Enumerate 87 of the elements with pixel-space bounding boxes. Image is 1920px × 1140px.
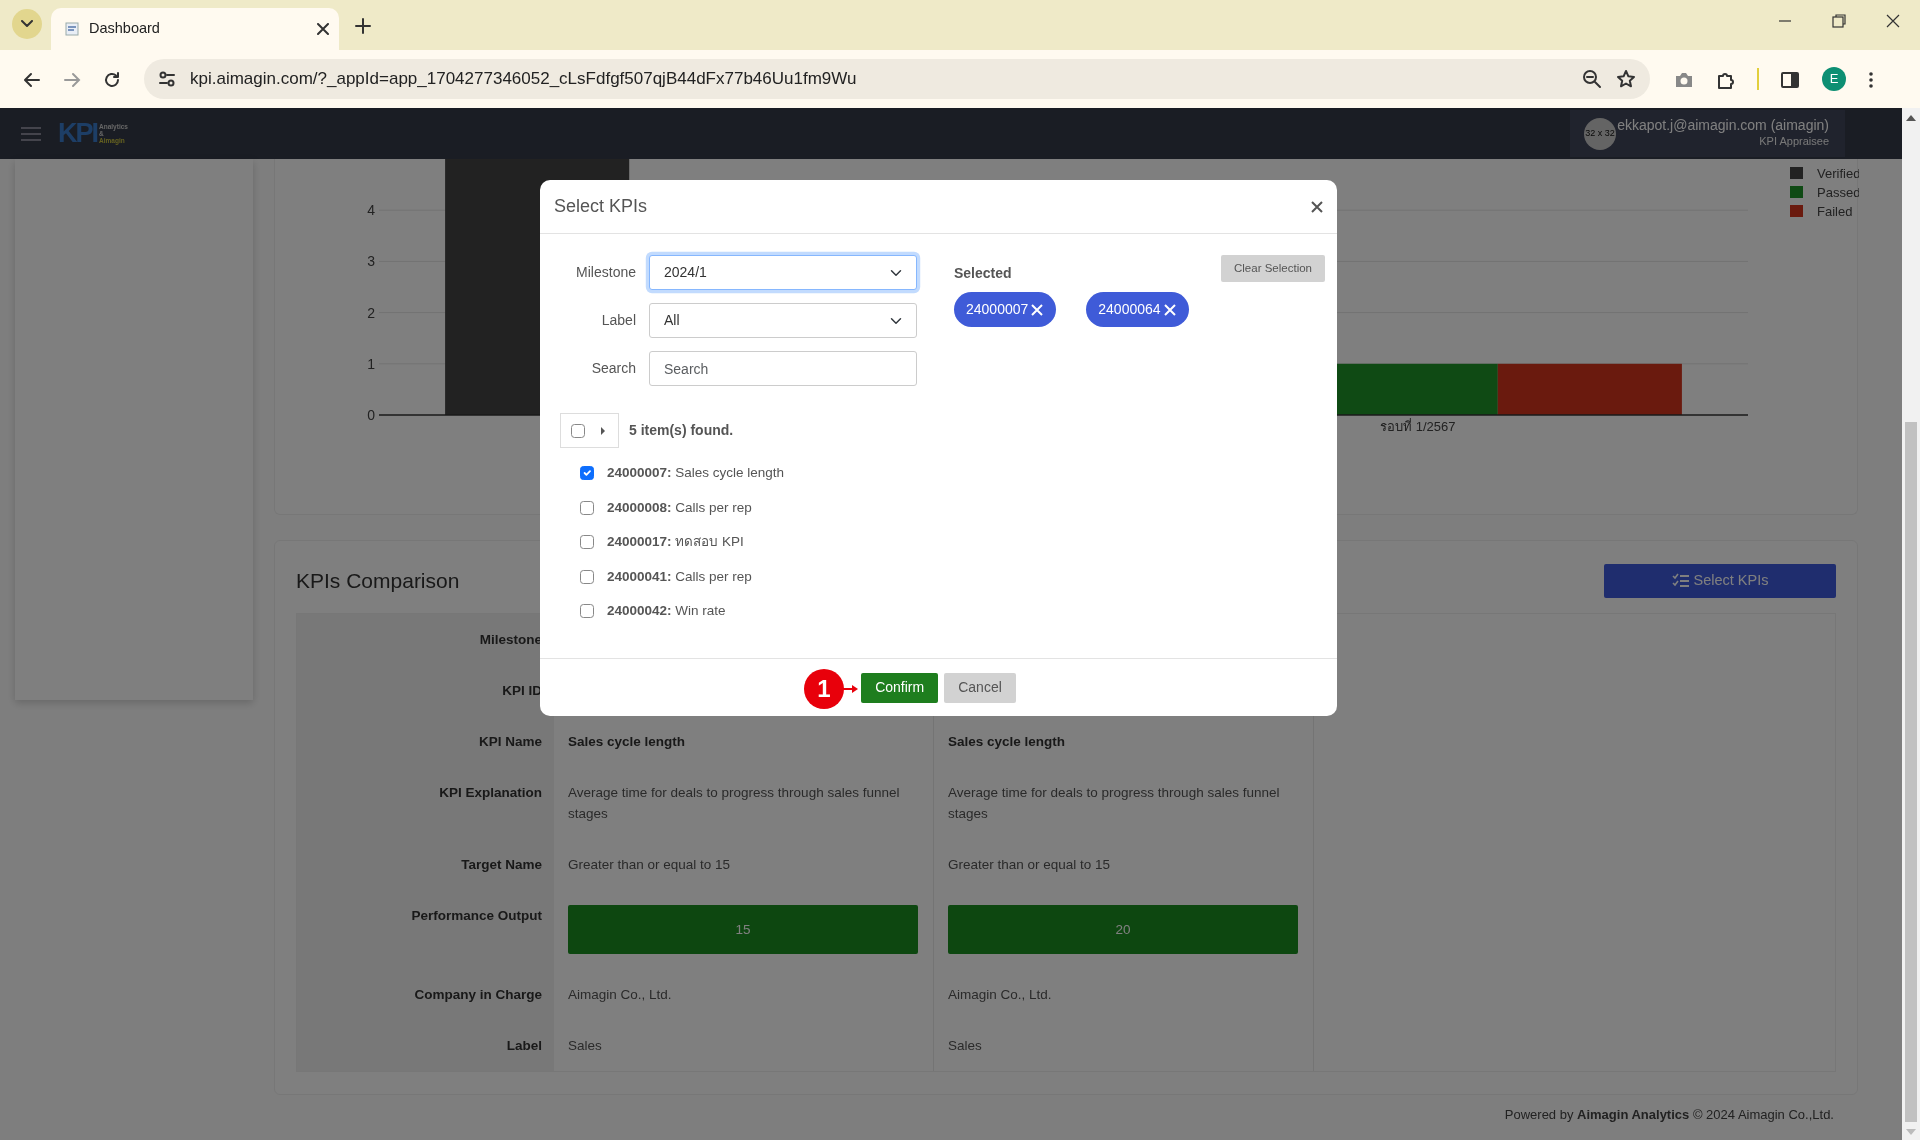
checklist-icon xyxy=(1671,573,1690,589)
checkbox[interactable] xyxy=(580,535,594,550)
reload-icon[interactable] xyxy=(103,70,121,89)
table-cell: Aimagin Co., Ltd. xyxy=(568,987,672,1002)
table-cell: Greater than or equal to 15 xyxy=(948,857,1111,872)
cancel-button[interactable]: Cancel xyxy=(944,672,1016,703)
checkbox[interactable] xyxy=(580,466,594,481)
zoom-icon[interactable] xyxy=(1582,69,1602,89)
scroll-up-icon[interactable] xyxy=(1906,114,1916,122)
kpi-option[interactable]: 24000017: ทดสอบ KPI xyxy=(607,532,744,553)
legend-label: Passed xyxy=(1817,185,1859,200)
close-icon[interactable] xyxy=(1885,13,1901,29)
axis-tick-label: 0 xyxy=(367,407,375,423)
close-icon xyxy=(1162,302,1177,317)
browser-tab[interactable]: Dashboard xyxy=(51,8,339,50)
dropdown[interactable]: 2024/1 xyxy=(649,255,917,290)
site-info-icon[interactable] xyxy=(158,70,176,88)
selected-heading: Selected xyxy=(954,264,1012,283)
checkbox[interactable] xyxy=(580,500,594,515)
favicon-icon xyxy=(65,22,79,36)
forward-icon[interactable] xyxy=(63,70,81,89)
scrollbar-thumb[interactable] xyxy=(1905,422,1917,1122)
table-cell: Average time for deals to progress through sales funnel stages xyxy=(568,785,900,821)
kpi-option[interactable]: 24000042: Win rate xyxy=(607,601,726,622)
checkbox[interactable] xyxy=(571,423,585,438)
category-label: รอบที่ 1/2567 xyxy=(1380,419,1456,434)
legend-label: Verified xyxy=(1817,166,1859,181)
url-text: kpi.aimagin.com/?_appId=app_1704277346052_cLsFdfgf507qjB44dFx77b46Uu1fm9Wu xyxy=(190,68,858,91)
axis-tick-label: 3 xyxy=(367,253,375,270)
kpi-option[interactable]: 24000007: Sales cycle length xyxy=(607,463,785,484)
clear-selection-button[interactable]: Clear Selection xyxy=(1221,255,1325,282)
table-cell: Aimagin Co., Ltd. xyxy=(948,987,1052,1002)
field-label: Milestone xyxy=(575,263,636,282)
menu-icon[interactable] xyxy=(1868,70,1874,89)
sidebar-icon[interactable] xyxy=(1780,70,1800,89)
pointer-arrow xyxy=(843,683,859,695)
axis-tick-label: 2 xyxy=(367,304,375,321)
avatar: 32 x 32 xyxy=(1584,117,1616,150)
user-role: KPI Appraisee xyxy=(1758,133,1829,149)
result-count: 5 item(s) found. xyxy=(629,421,734,440)
row-label: KPI Name xyxy=(297,716,554,767)
kpi-option[interactable]: 24000041: Calls per rep xyxy=(607,566,752,587)
back-icon[interactable] xyxy=(23,70,41,89)
kpi-chip[interactable]: 24000007 xyxy=(954,292,1057,327)
result-bar: 15 xyxy=(568,905,918,954)
close-icon[interactable] xyxy=(1311,201,1323,214)
legend-label: Failed xyxy=(1817,204,1853,219)
field-label: Label xyxy=(600,311,636,330)
table-cell: Greater than or equal to 15 xyxy=(568,857,731,872)
caret-icon xyxy=(21,20,33,28)
table-cell: Sales cycle length xyxy=(568,734,686,749)
row-label: Performance Output xyxy=(297,890,554,969)
table-cell: Sales xyxy=(568,1038,602,1053)
row-label: Target Name xyxy=(297,839,554,890)
section-title: KPIs Comparison xyxy=(296,568,460,595)
row-label: Label xyxy=(297,1020,554,1071)
logo-text: KPI xyxy=(58,120,97,147)
user-name: ekkapot.j@aimagin.com (aimagin) xyxy=(1617,117,1829,133)
axis-tick-label: 4 xyxy=(367,202,375,219)
row-label: KPI Explanation xyxy=(297,767,554,839)
footer-text: Powered by Aimagin Analytics © 2024 Aimagin Co.,Ltd. xyxy=(1503,1107,1835,1123)
tab-list-button[interactable] xyxy=(12,9,42,39)
checkbox[interactable] xyxy=(580,569,594,584)
camera-icon[interactable] xyxy=(1674,70,1694,89)
result-bar: 20 xyxy=(948,905,1298,954)
caret-icon[interactable] xyxy=(600,426,606,435)
tab-title: Dashboard xyxy=(89,19,161,39)
dialog-title: Select KPIs xyxy=(554,195,648,218)
search-field[interactable]: Search xyxy=(649,351,917,386)
dropdown[interactable]: All xyxy=(649,303,917,338)
restore-icon[interactable] xyxy=(1831,13,1847,29)
star-icon[interactable] xyxy=(1616,69,1636,89)
address-bar[interactable]: kpi.aimagin.com/?_appId=app_1704277346052_cLsFdfgf507qjB44dFx77b46Uu1fm9Wu xyxy=(144,59,1650,99)
plus-icon[interactable] xyxy=(355,17,371,34)
checkbox[interactable] xyxy=(580,604,594,619)
field-label: Search xyxy=(590,359,636,378)
axis-tick-label: 1 xyxy=(367,355,375,372)
close-icon[interactable] xyxy=(317,23,329,35)
table-cell: Sales xyxy=(948,1038,982,1053)
table-cell: Average time for deals to progress through sales funnel stages xyxy=(948,785,1280,821)
confirm-button[interactable]: Confirm xyxy=(861,672,939,703)
close-icon xyxy=(1030,302,1045,317)
profile-avatar[interactable]: E xyxy=(1822,67,1846,91)
kpi-chip[interactable]: 24000064 xyxy=(1086,292,1189,327)
kpi-option[interactable]: 24000008: Calls per rep xyxy=(607,497,752,518)
row-label: Company in Charge xyxy=(297,969,554,1020)
table-cell: Sales cycle length xyxy=(948,734,1066,749)
